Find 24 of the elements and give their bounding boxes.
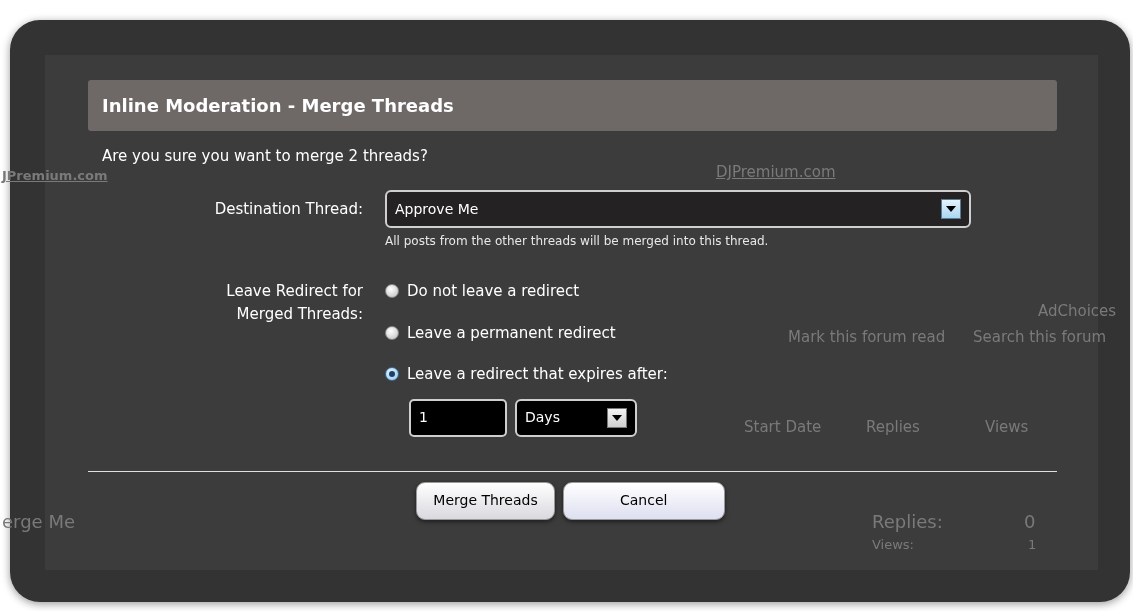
hint-text: All posts from the other threads will be merged into this thread. [385,233,769,250]
amount-field[interactable]: 1 [409,398,507,437]
stat-value: 0 [1024,510,1036,534]
stat-label: Views: [872,536,914,554]
adchoices-label[interactable]: AdChoices [1038,300,1117,323]
stat-label: Replies: [872,510,943,534]
radio-option[interactable]: Do not leave a redirect [385,280,668,303]
forum-link[interactable]: Mark this forum read [788,326,946,349]
unit-select[interactable]: Days [515,398,637,437]
column-header[interactable]: Views [985,416,1029,439]
radio-option[interactable]: Leave a permanent redirect [385,321,668,344]
merge-button[interactable]: Merge Threads [416,481,555,520]
cancel-button[interactable]: Cancel [562,481,725,520]
field-label: Destination Thread: [213,198,364,220]
forum-link[interactable]: Search this forum [973,326,1107,349]
column-header[interactable]: Replies [866,416,920,439]
confirm-question: Are you sure you want to merge 2 threads? [102,146,428,167]
dialog-title: Inline Moderation - Merge Threads [88,80,1057,131]
field-label: Leave Redirect for Merged Threads: [225,281,364,325]
ad-link[interactable]: DJPremium.com [716,161,836,184]
column-header[interactable]: Start Date [744,416,822,439]
stat-value: 1 [1028,536,1037,554]
radio-option[interactable]: Leave a redirect that expires after: [385,363,668,386]
thread-select[interactable]: Approve Me [385,190,971,228]
